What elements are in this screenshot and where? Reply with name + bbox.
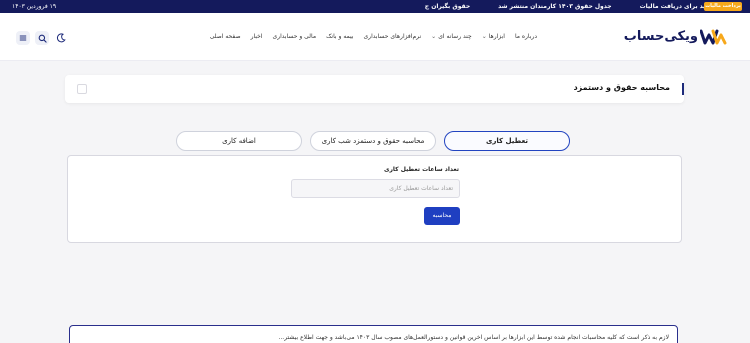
description-card: لازم به ذکر است که کلیه محاسبات انجام شد… <box>69 325 678 343</box>
nav-label: نرم‌افزارهای حسابداری <box>363 33 422 40</box>
tab-holiday-work[interactable]: تعطیل کاری <box>444 131 570 151</box>
holiday-hours-input[interactable] <box>291 179 460 198</box>
nav-item-insurance-bank[interactable]: بیمه و بانک <box>326 33 353 40</box>
nav-item-home[interactable]: صفحه اصلی <box>210 33 241 40</box>
chevron-down-icon: ⌄ <box>481 33 487 40</box>
tab-overtime[interactable]: اضافه کاری <box>176 131 302 151</box>
nav-label: صفحه اصلی <box>209 33 241 40</box>
page-title-card: محاسبه حقوق و دستمزد <box>65 75 684 103</box>
top-news-bar: بخشنامه جدید برای دریافت مالیات جدول حقو… <box>0 0 750 13</box>
news-item[interactable]: جدول حقوق ۱۴۰۳ کارمندان منتشر شد <box>498 3 611 10</box>
menu-icon <box>19 35 27 41</box>
hours-field-label: تعداد ساعات تعطیل کاری <box>383 166 459 173</box>
menu-button[interactable] <box>16 31 30 45</box>
search-button[interactable] <box>35 31 49 45</box>
calculator-form: تعداد ساعات تعطیل کاری محاسبه <box>67 155 682 243</box>
calculate-button[interactable]: محاسبه <box>424 207 460 225</box>
main-nav: صفحه اصلی اخبار مالی و حسابداری بیمه و ب… <box>210 33 537 40</box>
pay-tax-button[interactable]: پرداخت مالیات <box>704 2 742 11</box>
news-ticker: بخشنامه جدید برای دریافت مالیات جدول حقو… <box>425 3 740 10</box>
news-item[interactable]: حقوق بگیران ج <box>425 3 470 10</box>
nav-label: چند رسانه ای <box>438 33 472 40</box>
description-text: لازم به ذکر است که کلیه محاسبات انجام شد… <box>278 334 669 341</box>
moon-icon <box>56 33 66 43</box>
site-logo[interactable]: ویکی‌حساب <box>624 27 730 47</box>
nav-item-about[interactable]: درباره ما <box>515 33 537 40</box>
nav-label: بیمه و بانک <box>326 33 354 40</box>
search-icon <box>38 34 47 43</box>
nav-item-multimedia[interactable]: چند رسانه ای ⌄ <box>431 33 472 40</box>
tab-night-work[interactable]: محاسبه حقوق و دستمزد شب کاری <box>310 131 436 151</box>
nav-item-finance[interactable]: مالی و حسابداری <box>273 33 317 40</box>
dark-mode-toggle[interactable] <box>54 31 68 45</box>
nav-label: ابزارها <box>488 33 505 40</box>
page-title: محاسبه حقوق و دستمزد <box>573 83 670 92</box>
current-date: ۱۹ فروردین ۱۴۰۳ <box>12 3 57 10</box>
logo-mark-icon <box>700 29 727 45</box>
nav-item-tools[interactable]: ابزارها ⌄ <box>482 33 505 40</box>
nav-label: اخبار <box>250 33 263 40</box>
square-icon <box>77 84 87 94</box>
logo-text: ویکی‌حساب <box>623 29 698 44</box>
nav-label: مالی و حسابداری <box>272 33 317 40</box>
title-accent-bar <box>682 83 684 95</box>
nav-label: درباره ما <box>514 33 537 40</box>
site-header: ویکی‌حساب صفحه اصلی اخبار مالی و حسابدار… <box>0 13 750 61</box>
nav-item-software[interactable]: نرم‌افزارهای حسابداری <box>363 33 421 40</box>
nav-item-news[interactable]: اخبار <box>251 33 263 40</box>
chevron-down-icon: ⌄ <box>431 33 437 40</box>
